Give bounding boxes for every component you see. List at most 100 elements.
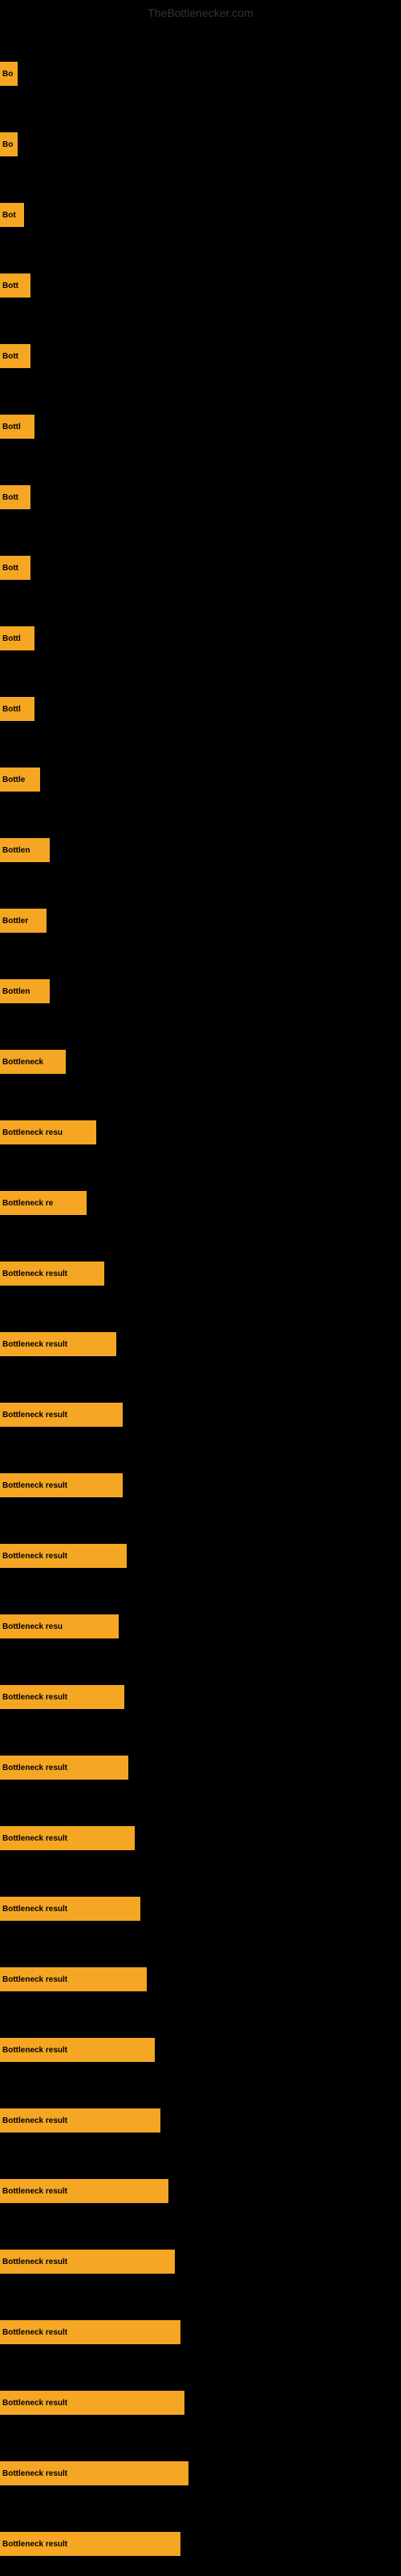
- result-bar: Bottleneck result: [0, 2250, 175, 2274]
- result-bar: Bottleneck result: [0, 2391, 184, 2415]
- result-bar: Bottlen: [0, 838, 50, 862]
- bar-row: Bottlen: [0, 826, 401, 874]
- site-title: TheBottlenecker.com: [0, 0, 401, 26]
- bar-label: Bottleneck result: [2, 1552, 67, 1561]
- bar-row: Bottleneck resu: [0, 1108, 401, 1156]
- bar-label: Bottler: [2, 917, 28, 925]
- bar-row: Bottleneck: [0, 1038, 401, 1086]
- bar-label: Bottleneck result: [2, 1340, 67, 1349]
- result-bar: Bottle: [0, 768, 40, 792]
- bar-row: Bottleneck result: [0, 1673, 401, 1721]
- bar-label: Bottlen: [2, 846, 30, 855]
- bar-row: Bottleneck result: [0, 2379, 401, 2427]
- result-bar: Bott: [0, 344, 30, 368]
- bar-row: Bott: [0, 473, 401, 521]
- bar-row: Bottleneck result: [0, 1955, 401, 2003]
- result-bar: Bottlen: [0, 979, 50, 1003]
- result-bar: Bottleneck result: [0, 1826, 135, 1850]
- bar-label: Bottleneck result: [2, 1905, 67, 1914]
- bar-label: Bott: [2, 564, 18, 573]
- bar-row: Bott: [0, 332, 401, 380]
- result-bar: Bottleneck result: [0, 2532, 180, 2556]
- bar-label: Bott: [2, 352, 18, 361]
- bar-label: Bottleneck result: [2, 1411, 67, 1420]
- bar-label: Bottleneck result: [2, 2328, 67, 2337]
- bar-label: Bottleneck result: [2, 2116, 67, 2125]
- bar-label: Bottleneck resu: [2, 1622, 63, 1631]
- bar-label: Bottleneck result: [2, 1764, 67, 1772]
- result-bar: Bottl: [0, 697, 34, 721]
- bar-row: Bottleneck result: [0, 1250, 401, 1298]
- bar-label: Bottleneck result: [2, 1834, 67, 1843]
- bar-label: Bottleneck result: [2, 2187, 67, 2196]
- result-bar: Bottleneck result: [0, 2108, 160, 2132]
- bar-row: Bottler: [0, 897, 401, 945]
- bar-row: Bott: [0, 544, 401, 592]
- result-bar: Bottleneck result: [0, 1756, 128, 1780]
- bar-row: Bottleneck result: [0, 1391, 401, 1439]
- bar-label: Bottleneck result: [2, 2258, 67, 2266]
- result-bar: Bott: [0, 556, 30, 580]
- bar-label: Bottleneck resu: [2, 1128, 63, 1137]
- bar-label: Bottleneck re: [2, 1199, 53, 1208]
- result-bar: Bottleneck resu: [0, 1614, 119, 1638]
- bar-row: Bottleneck result: [0, 2167, 401, 2215]
- bar-label: Bott: [2, 281, 18, 290]
- bar-row: Bo: [0, 120, 401, 168]
- bar-row: Bottleneck result: [0, 2520, 401, 2568]
- bar-label: Bottleneck result: [2, 1693, 67, 1702]
- bar-label: Bottlen: [2, 987, 30, 996]
- bar-label: Bot: [2, 211, 16, 220]
- result-bar: Bott: [0, 273, 30, 298]
- result-bar: Bottleneck resu: [0, 1120, 96, 1144]
- bar-row: Bottleneck resu: [0, 1602, 401, 1651]
- bar-row: Bottleneck result: [0, 2238, 401, 2286]
- bar-row: Bot: [0, 191, 401, 239]
- bar-row: Bottleneck result: [0, 1814, 401, 1862]
- bar-row: Bottlen: [0, 967, 401, 1015]
- bar-label: Bott: [2, 493, 18, 502]
- bar-label: Bottl: [2, 423, 21, 431]
- bar-label: Bo: [2, 70, 13, 79]
- result-bar: Bottleneck result: [0, 1897, 140, 1921]
- result-bar: Bottleneck result: [0, 1332, 116, 1356]
- result-bar: Bottler: [0, 909, 47, 933]
- result-bar: Bo: [0, 62, 18, 86]
- result-bar: Bot: [0, 203, 24, 227]
- result-bar: Bottl: [0, 626, 34, 650]
- bar-row: Bottle: [0, 755, 401, 804]
- bar-row: Bottleneck result: [0, 1532, 401, 1580]
- result-bar: Bottleneck result: [0, 1544, 127, 1568]
- result-bar: Bottleneck result: [0, 1262, 104, 1286]
- result-bar: Bottleneck result: [0, 1403, 123, 1427]
- bar-row: Bottleneck result: [0, 1320, 401, 1368]
- result-bar: Bo: [0, 132, 18, 156]
- result-bar: Bottleneck: [0, 1050, 66, 1074]
- bar-row: Bottleneck result: [0, 2308, 401, 2356]
- bar-label: Bottleneck result: [2, 2046, 67, 2055]
- bar-row: Bottl: [0, 685, 401, 733]
- bar-label: Bottle: [2, 776, 25, 784]
- bar-row: Bottleneck result: [0, 2449, 401, 2497]
- bar-label: Bottl: [2, 634, 21, 643]
- result-bar: Bottleneck re: [0, 1191, 87, 1215]
- bar-row: Bo: [0, 50, 401, 98]
- bar-row: Bottleneck re: [0, 1179, 401, 1227]
- result-bar: Bottleneck result: [0, 1473, 123, 1497]
- result-bar: Bott: [0, 485, 30, 509]
- result-bar: Bottleneck result: [0, 1967, 147, 1991]
- bar-label: Bottleneck result: [2, 2540, 67, 2549]
- bar-label: Bottleneck result: [2, 2469, 67, 2478]
- bar-row: Bottl: [0, 614, 401, 662]
- result-bar: Bottleneck result: [0, 2179, 168, 2203]
- bar-label: Bottleneck: [2, 1058, 43, 1067]
- result-bar: Bottleneck result: [0, 2320, 180, 2344]
- bar-label: Bottleneck result: [2, 1270, 67, 1278]
- bar-label: Bo: [2, 140, 13, 149]
- result-bar: Bottl: [0, 415, 34, 439]
- result-bar: Bottleneck result: [0, 1685, 124, 1709]
- bar-label: Bottleneck result: [2, 1481, 67, 1490]
- bar-row: Bottl: [0, 403, 401, 451]
- bar-row: Bottleneck result: [0, 2026, 401, 2074]
- bar-row: Bottleneck result: [0, 1744, 401, 1792]
